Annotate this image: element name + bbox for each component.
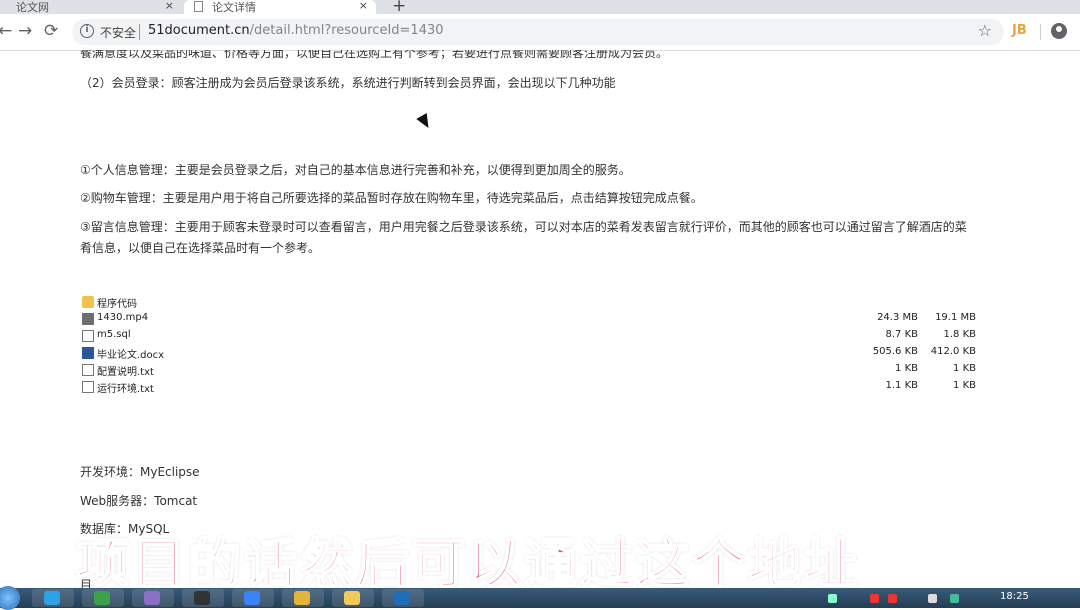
start-button[interactable] (0, 586, 20, 610)
address-bar[interactable]: i 不安全 51document.cn/detail.html?resource… (72, 19, 1004, 45)
list-item[interactable]: 程序代码 (80, 294, 980, 311)
tab-close-icon[interactable]: × (359, 0, 368, 12)
ie-browser-icon (94, 591, 110, 605)
text-file-icon (82, 330, 94, 342)
url-path: /detail.html?resourceId=1430 (249, 23, 444, 38)
taskbar-item[interactable] (82, 589, 124, 607)
list-item[interactable]: m5.sql 8.7 KB 1.8 KB (80, 328, 980, 345)
color-app-icon (44, 591, 60, 605)
taskbar-item[interactable] (232, 589, 274, 607)
feature-cart: ②购物车管理：主要是用户用于将自己所要选择的菜品暂时存放在购物车里，待选完菜品后… (80, 191, 703, 205)
feature-messages-cont: 肴信息，以便自己在选择菜品时有一个参考。 (80, 241, 321, 255)
file-name: m5.sql (97, 329, 131, 340)
eclipse-icon (194, 591, 210, 605)
taskbar-item[interactable] (282, 589, 324, 607)
folder-icon (344, 591, 360, 605)
list-item[interactable]: 1430.mp4 24.3 MB 19.1 MB (80, 311, 980, 328)
file-name: 程序代码 (97, 299, 137, 310)
tray-icon[interactable] (888, 594, 897, 603)
forward-icon[interactable]: → (18, 21, 32, 41)
chrome-icon (244, 591, 260, 605)
page-icon (194, 1, 203, 12)
file-size: 1 KB (895, 363, 918, 374)
feature-messages: ③留言信息管理：主要用于顾客未登录时可以查看留言，用户用完餐之后登录该系统，可以… (80, 220, 967, 234)
list-item[interactable]: 配置说明.txt 1 KB 1 KB (80, 362, 980, 379)
bookmark-star-icon[interactable]: ☆ (978, 21, 992, 40)
taskbar: 18:25 (0, 586, 1080, 610)
taskbar-item[interactable] (332, 589, 374, 607)
tray-icon[interactable] (870, 594, 879, 603)
paragraph-guest: 餐满意度以及菜品的味道、价格等方面，以便自己在选购上有个参考；若要进行点餐则需要… (80, 50, 669, 60)
tray-icon[interactable] (928, 594, 937, 603)
back-icon[interactable]: ← (0, 21, 12, 41)
url-host: 51document.cn (148, 23, 250, 38)
paint-icon (294, 591, 310, 605)
info-icon[interactable]: i (80, 24, 94, 38)
paragraph-member-login: （2）会员登录：顾客注册成为会员后登录该系统，系统进行判断转到会员界面，会出现以… (80, 76, 616, 90)
clock[interactable]: 18:25 (1000, 591, 1029, 602)
file-name: 毕业论文.docx (97, 350, 165, 361)
feature-personal-info: ①个人信息管理：主要是会员登录之后，对自己的基本信息进行完善和补充，以便得到更加… (80, 163, 631, 177)
file-packed-size: 19.1 MB (935, 312, 976, 323)
word-file-icon (82, 347, 94, 359)
file-packed-size: 1 KB (953, 363, 976, 374)
taskbar-item[interactable] (182, 589, 224, 607)
tab-strip: 论文网 × 论文详情 × + (0, 0, 1080, 16)
env-dev: 开发环境：MyEclipse (80, 465, 200, 479)
taskbar-item[interactable] (132, 589, 174, 607)
file-packed-size: 412.0 KB (930, 346, 976, 357)
taskbar-item[interactable] (382, 589, 424, 607)
file-size: 24.3 MB (877, 312, 918, 323)
text-file-icon (82, 381, 94, 393)
list-item[interactable]: 运行环境.txt 1.1 KB 1 KB (80, 379, 980, 396)
url-text[interactable]: 51document.cn/detail.html?resourceId=143… (148, 23, 444, 38)
app-icon (144, 591, 160, 605)
security-label[interactable]: 不安全 (100, 24, 136, 41)
tab-close-icon[interactable]: × (165, 0, 174, 12)
file-packed-size: 1 KB (953, 380, 976, 391)
tab-title: 论文详情 (212, 1, 256, 14)
taskbar-item[interactable] (32, 589, 74, 607)
env-web-server: Web服务器：Tomcat (80, 494, 198, 508)
address-divider (139, 24, 140, 40)
navicat-icon (394, 591, 410, 605)
video-subtitle: 项目的话然后可以通过这个地址 (75, 533, 860, 596)
reload-icon[interactable]: ⟳ (44, 21, 58, 41)
text-file-icon (82, 364, 94, 376)
file-name: 配置说明.txt (97, 367, 154, 378)
folder-icon (82, 296, 94, 308)
tab-title: 论文网 (16, 1, 49, 14)
file-size: 505.6 KB (872, 346, 918, 357)
video-file-icon (82, 313, 94, 325)
file-name: 1430.mp4 (97, 312, 149, 323)
browser-toolbar: ← → ⟳ i 不安全 51document.cn/detail.html?re… (0, 14, 1080, 51)
file-size: 1.1 KB (885, 380, 919, 391)
page-content: 餐满意度以及菜品的味道、价格等方面，以便自己在选购上有个参考；若要进行点餐则需要… (0, 50, 1080, 588)
file-name: 运行环境.txt (97, 384, 154, 395)
file-size: 8.7 KB (885, 329, 919, 340)
tab-lunwen-detail[interactable]: 论文详情 × (184, 0, 376, 14)
list-item[interactable]: 毕业论文.docx 505.6 KB 412.0 KB (80, 345, 980, 362)
tab-lunwenwang[interactable]: 论文网 × (0, 0, 182, 14)
account-icon[interactable] (1051, 23, 1067, 39)
jb-extension-icon[interactable]: JB (1012, 23, 1027, 38)
tray-icon[interactable] (828, 594, 837, 603)
file-packed-size: 1.8 KB (943, 329, 977, 340)
tray-icon[interactable] (950, 594, 959, 603)
toolbar-divider (1040, 24, 1041, 40)
